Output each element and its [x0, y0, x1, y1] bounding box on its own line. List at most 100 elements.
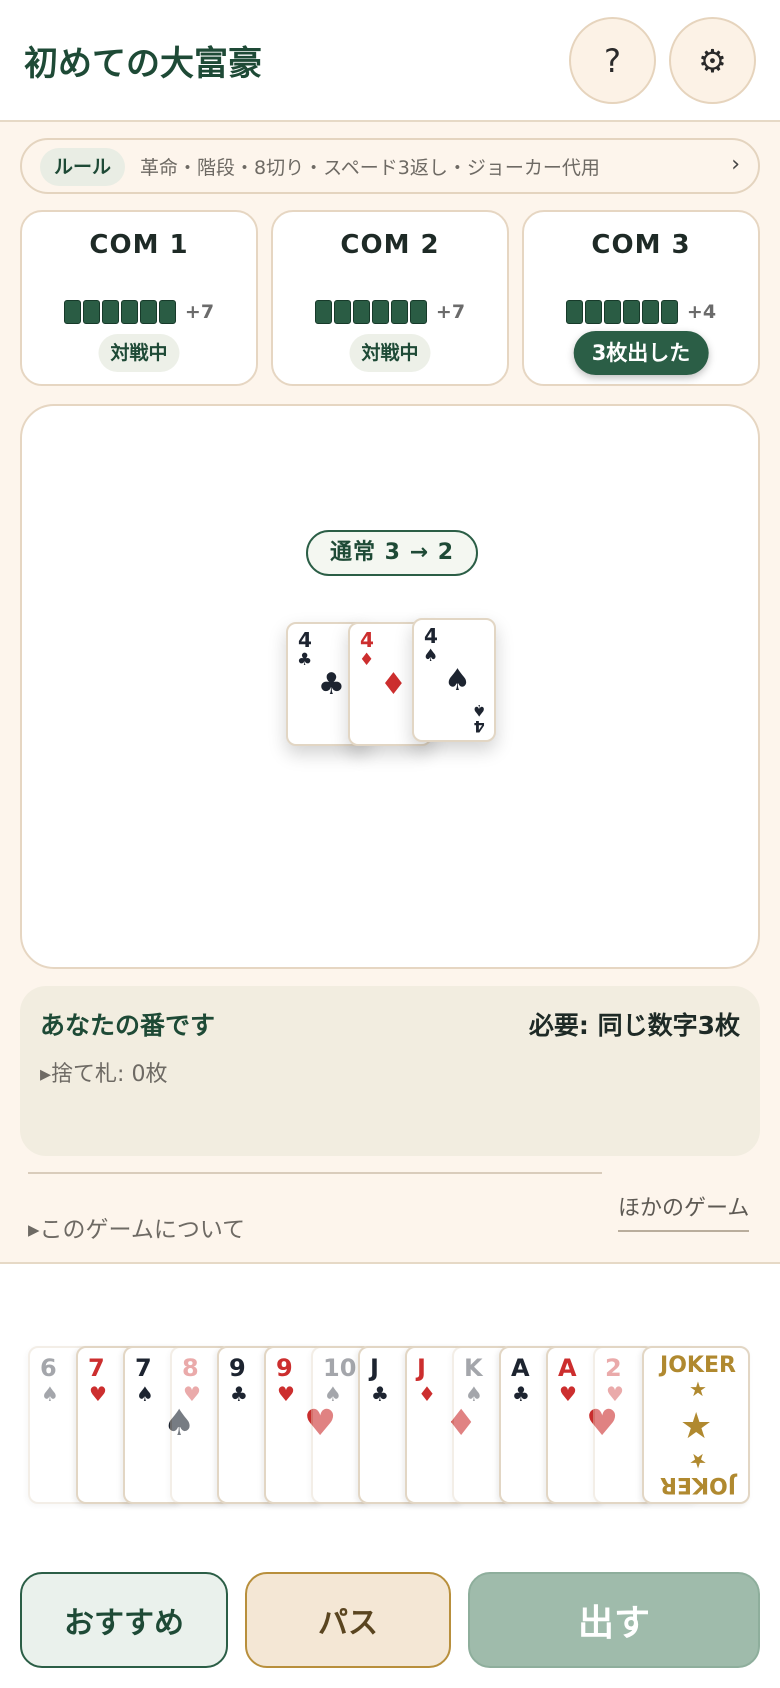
heart-icon: ♥ [559, 1382, 577, 1406]
heart-icon: ♥ [606, 1382, 624, 1406]
opponent-extra-count: +7 [435, 301, 466, 323]
app-header: 初めての大富豪 ? ⚙ [0, 0, 780, 122]
play-table: 通常 3 → 2 4 ♣ ♣ 4 ♦ ♦ 4 ♠ ♠ 4 ♠ [20, 404, 760, 969]
card-back-icon [139, 300, 157, 324]
divider [28, 1172, 602, 1174]
card-rank: 7 [88, 1354, 105, 1382]
card-back-icon [158, 300, 176, 324]
club-icon: ♣ [512, 1382, 530, 1406]
card-rank: 4 [424, 624, 438, 648]
star-icon: ★ [680, 1406, 713, 1447]
opponent-status-badge: 対戦中 [349, 334, 431, 372]
pass-button[interactable]: パス [245, 1572, 451, 1668]
spade-icon: ♠ [136, 1382, 154, 1406]
club-icon: ♣ [230, 1382, 248, 1406]
card-rank: A [558, 1354, 577, 1382]
card-back-icon [390, 300, 408, 324]
club-icon: ♣ [318, 667, 345, 702]
turn-indicator: あなたの番です [40, 1011, 216, 1040]
opponent-status-badge: 3枚出した [573, 331, 709, 375]
card-rank: 8 [182, 1354, 199, 1382]
card-rank: A [511, 1354, 530, 1382]
card-back-icon [660, 300, 678, 324]
card-rank: JOKER [660, 1353, 736, 1378]
opponent-name: COM 2 [340, 230, 440, 260]
other-games-link[interactable]: ほかのゲーム [618, 1190, 750, 1232]
about-game-toggle[interactable]: ▸このゲームについて [28, 1210, 245, 1244]
opponent-name: COM 3 [591, 230, 691, 260]
opponent-hand-count: +4 [524, 300, 758, 324]
help-button[interactable]: ? [569, 17, 656, 104]
spade-icon: ♠ [41, 1382, 59, 1406]
card-corner-bottom: 4 ♠ [471, 701, 486, 736]
card-back-icon [584, 300, 602, 324]
opponent-name: COM 1 [89, 230, 189, 260]
rules-bar[interactable]: ルール 革命・階段・8切り・スペード3返し・ジョーカー代用 › [20, 138, 760, 194]
chevron-right-icon: › [731, 152, 740, 177]
card-rank: 4 [298, 628, 312, 652]
play-button[interactable]: 出す [468, 1572, 760, 1668]
recommend-button[interactable]: おすすめ [20, 1572, 228, 1668]
card-rank: 10 [323, 1354, 357, 1382]
card-back-icon [641, 300, 659, 324]
opponent-extra-count: +4 [686, 301, 717, 323]
rules-tag: ルール [40, 148, 126, 186]
status-panel: あなたの番です 必要: 同じ数字3枚 ▸捨て札: 0枚 [20, 986, 760, 1156]
club-icon: ♣ [371, 1382, 389, 1406]
spade-icon: ♠ [444, 663, 471, 698]
spade-icon: ♠ [465, 1382, 483, 1406]
card-rank: JOKER [660, 1472, 736, 1497]
settings-button[interactable]: ⚙ [669, 17, 756, 104]
opponent-hand-count: +7 [22, 300, 256, 324]
card-back-icon [622, 300, 640, 324]
card-rank: J [370, 1354, 379, 1382]
joker-label: JOKER ★ [652, 1353, 744, 1402]
card-back-icon [565, 300, 583, 324]
opponent-panel-com3: COM 3 +4 3枚出した [522, 210, 760, 386]
card-back-icon [120, 300, 138, 324]
requirement-text: 必要: 同じ数字3枚 [528, 1011, 740, 1040]
card-back-icon [352, 300, 370, 324]
opponent-status-badge: 対戦中 [98, 334, 180, 372]
opponent-hand-count: +7 [273, 300, 507, 324]
card-back-icon [409, 300, 427, 324]
card-rank: 2 [605, 1354, 622, 1382]
opponent-panel-com2: COM 2 +7 対戦中 [271, 210, 509, 386]
spade-icon: ♠ [423, 646, 439, 666]
hand-card-joker[interactable]: JOKER ★ ★ JOKER ★ [642, 1346, 750, 1504]
spade-icon: ♠ [324, 1382, 342, 1406]
card-back-icon [314, 300, 332, 324]
star-icon: ★ [689, 1377, 707, 1402]
discard-toggle[interactable]: ▸捨て札: 0枚 [40, 1056, 167, 1088]
card-back-icon [101, 300, 119, 324]
opponent-panel-com1: COM 1 +7 対戦中 [20, 210, 258, 386]
app-title: 初めての大富豪 [24, 44, 262, 84]
joker-label: JOKER ★ [652, 1448, 744, 1497]
card-back-icon [82, 300, 100, 324]
spade-icon: ♠ [471, 701, 486, 720]
card-rank: 9 [229, 1354, 246, 1382]
club-icon: ♣ [297, 650, 313, 670]
diamond-icon: ♦ [418, 1382, 436, 1406]
heart-icon: ♥ [183, 1382, 201, 1406]
pile-state-badge: 通常 3 → 2 [306, 530, 478, 576]
heart-icon: ♥ [89, 1382, 107, 1406]
diamond-icon: ♦ [359, 650, 375, 670]
card-rank: K [464, 1354, 483, 1382]
diamond-icon: ♦ [380, 667, 407, 702]
card-rank: 7 [135, 1354, 152, 1382]
card-rank: 4 [360, 628, 374, 652]
card-back-icon [603, 300, 621, 324]
pile-card: 4 ♠ ♠ 4 ♠ [412, 618, 496, 742]
card-back-icon [63, 300, 81, 324]
card-rank: 6 [40, 1354, 57, 1382]
star-icon: ★ [689, 1448, 707, 1473]
card-rank: J [417, 1354, 426, 1382]
rules-text: 革命・階段・8切り・スペード3返し・ジョーカー代用 [140, 157, 600, 179]
gear-icon: ⚙ [698, 41, 727, 80]
card-back-icon [371, 300, 389, 324]
card-back-icon [333, 300, 351, 324]
heart-icon: ♥ [277, 1382, 295, 1406]
card-rank: 9 [276, 1354, 293, 1382]
opponent-extra-count: +7 [184, 301, 215, 323]
